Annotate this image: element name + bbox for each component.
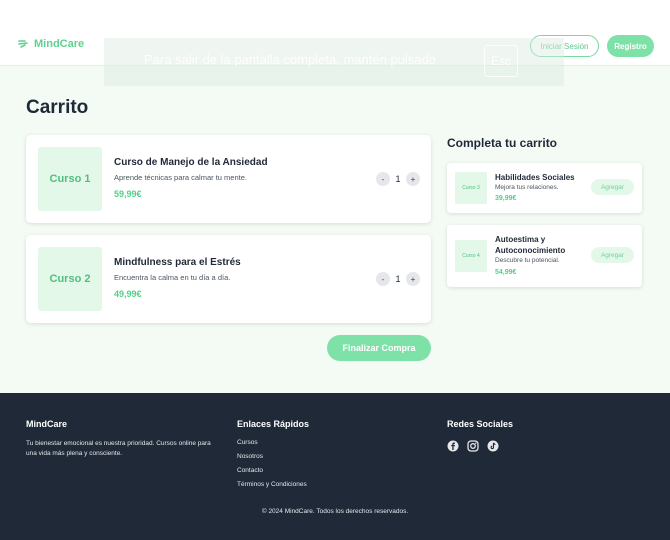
- suggestion-description: Descubre tu potencial.: [495, 257, 560, 264]
- quantity-stepper: - 1 +: [376, 272, 420, 286]
- footer-link-contacto[interactable]: Contacto: [237, 467, 263, 474]
- suggestion-thumbnail: Curso 4: [455, 240, 487, 272]
- increase-quantity-button[interactable]: +: [406, 172, 420, 186]
- suggestion-card: Curso 4 Autoestima y Autoconocimiento De…: [447, 225, 642, 287]
- cart-item: Curso 2 Mindfulness para el Estrés Encue…: [26, 235, 431, 323]
- tiktok-icon[interactable]: [487, 439, 499, 452]
- cart-item: Curso 1 Curso de Manejo de la Ansiedad A…: [26, 135, 431, 223]
- footer-copyright: © 2024 MindCare. Todos los derechos rese…: [261, 508, 409, 515]
- suggestion-card: Curso 3 Habilidades Sociales Mejora tus …: [447, 163, 642, 213]
- fullscreen-notice-text: Para salir de la pantalla completa, mant…: [144, 52, 436, 67]
- add-suggestion-button[interactable]: Agregar: [591, 247, 634, 263]
- brand-logo[interactable]: MindCare: [18, 38, 84, 50]
- decrease-quantity-button[interactable]: -: [376, 172, 390, 186]
- checkout-button[interactable]: Finalizar Compra: [327, 335, 431, 361]
- course-name: Mindfulness para el Estrés: [114, 257, 241, 268]
- suggestion-price: 54,99€: [495, 269, 517, 276]
- suggestion-description: Mejora tus relaciones.: [495, 184, 559, 191]
- footer-link-terminos[interactable]: Términos y Condiciones: [237, 481, 307, 488]
- page-title: Carrito: [26, 97, 89, 118]
- fullscreen-esc-key: Esc: [484, 45, 518, 77]
- course-price: 59,99€: [114, 189, 142, 199]
- suggestion-thumbnail: Curso 3: [455, 172, 487, 204]
- instagram-icon[interactable]: [467, 439, 479, 452]
- suggestion-price: 39,99€: [495, 195, 517, 202]
- brand-name: MindCare: [34, 38, 85, 50]
- increase-quantity-button[interactable]: +: [406, 272, 420, 286]
- suggestions-title: Completa tu carrito: [447, 136, 558, 150]
- fullscreen-notice: Para salir de la pantalla completa, mant…: [104, 38, 564, 86]
- course-thumbnail: Curso 1: [38, 147, 102, 211]
- suggestion-name: Habilidades Sociales: [495, 173, 575, 182]
- site-footer: MindCare Tu bienestar emocional es nuest…: [0, 393, 670, 540]
- add-suggestion-button[interactable]: Agregar: [591, 179, 634, 195]
- footer-social-title: Redes Sociales: [447, 419, 514, 429]
- brain-logo-icon: [18, 40, 28, 48]
- footer-brand: MindCare: [26, 419, 68, 429]
- footer-link-cursos[interactable]: Cursos: [237, 439, 258, 446]
- course-description: Encuentra la calma en tu día a día.: [114, 273, 231, 282]
- footer-link-nosotros[interactable]: Nosotros: [237, 453, 263, 460]
- quantity-stepper: - 1 +: [376, 172, 420, 186]
- course-price: 49,99€: [114, 289, 142, 299]
- course-name: Curso de Manejo de la Ansiedad: [114, 157, 268, 168]
- quantity-value: 1: [395, 274, 401, 284]
- footer-links-title: Enlaces Rápidos: [237, 419, 310, 429]
- register-button[interactable]: Registro: [607, 35, 654, 57]
- course-thumbnail: Curso 2: [38, 247, 102, 311]
- social-links: [447, 439, 499, 452]
- course-description: Aprende técnicas para calmar tu mente.: [114, 173, 247, 182]
- suggestion-name: Autoestima y Autoconocimiento: [495, 235, 566, 255]
- facebook-icon[interactable]: [447, 439, 459, 452]
- decrease-quantity-button[interactable]: -: [376, 272, 390, 286]
- quantity-value: 1: [395, 174, 401, 184]
- footer-about: Tu bienestar emocional es nuestra priori…: [26, 440, 211, 457]
